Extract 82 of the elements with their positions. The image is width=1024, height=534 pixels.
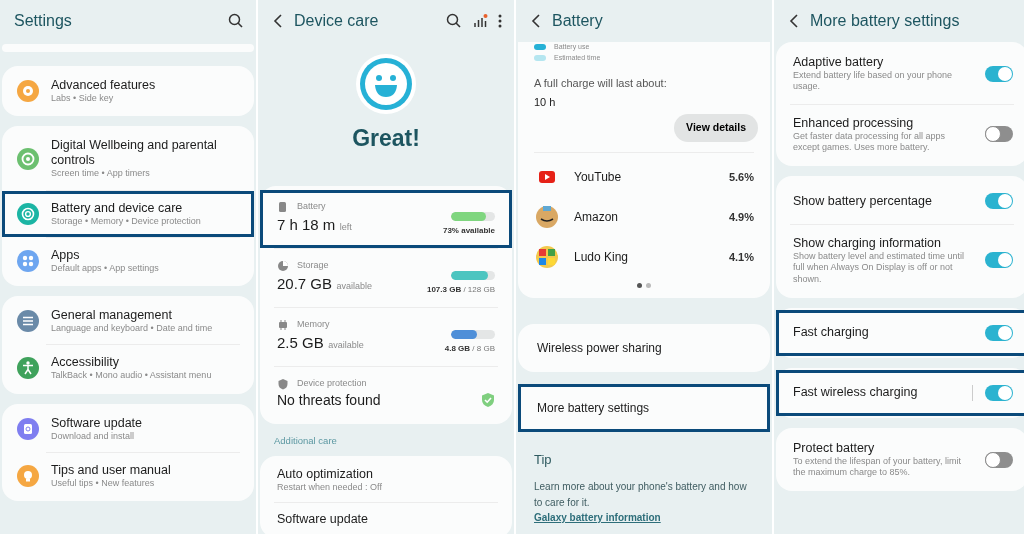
meter-reading: 4.8 GB / 8 GB [444,342,495,355]
smiley-face-icon [355,53,417,115]
toggle-switch[interactable] [985,384,1013,401]
toggle-setting-row[interactable]: Adaptive battery Extend battery life based on your phone usage. [776,44,1024,104]
app-usage-row[interactable]: YouTube 5.6% [518,156,770,197]
protection-status: No threats found [277,390,381,410]
view-details-button[interactable]: View details [674,114,758,142]
meter-row[interactable]: Storage 20.7 GB available 107.3 GB / 128 GB [260,248,512,307]
toggle-setting-row[interactable]: Show battery percentage [776,178,1024,224]
screen-title: Battery [552,11,604,31]
meter-unit: left [339,221,352,232]
toggle-setting-row[interactable]: Protect battery To extend the lifespan of your battery, limit the maximum charge to 85%. [776,429,1024,490]
app-usage-row[interactable]: Amazon 4.9% [518,196,770,237]
shield-icon [277,377,289,390]
screen-title: Device care [294,11,380,31]
search-icon[interactable] [446,13,462,29]
status-title: Great! [351,124,421,153]
settings-item[interactable]: Wireless power sharing [518,323,770,372]
back-icon[interactable] [272,13,284,29]
toggle-switch[interactable] [985,65,1013,82]
app-name: Ludo King [574,248,630,266]
settings-item[interactable]: Software update Download and install [2,405,254,452]
settings-item[interactable]: Auto optimization Restart when needed : Off [260,457,512,502]
legend-swatch-icon [534,54,546,61]
tip-title: Tip [534,450,553,469]
meter-label: Memory [297,318,330,331]
meter-reading: 107.3 GB / 128 GB [426,283,495,296]
meter-label: Device protection [297,377,367,390]
meter-label: Storage [297,259,329,272]
full-charge-value: 10 h [533,94,557,110]
toggle-switch[interactable] [985,126,1013,143]
settings-item[interactable]: Tips and user manual Useful tips • New features [2,452,254,499]
signal-bars-icon[interactable] [472,13,488,29]
memory-chip-icon [277,318,289,331]
settings-item[interactable]: Apps Default apps • App settings [2,237,254,284]
more-options-icon[interactable] [498,13,502,29]
settings-item[interactable]: Software update [260,503,512,534]
app-usage: 4.9% [728,209,754,225]
tip-text: Learn more about your phone's battery and how to care for it. [534,480,748,510]
meter-unit: available [328,339,364,350]
settings-item[interactable]: General management Language and keyboard • Date and time [2,298,254,345]
meter-value: 7 h 18 m [277,215,336,233]
toggle-switch[interactable] [985,252,1013,269]
page-indicator-dot[interactable] [637,282,642,288]
settings-item[interactable]: Digital Wellbeing and parental controls Screen time • App timers [2,128,254,190]
app-usage: 5.6% [728,169,754,185]
legend-swatch-icon [534,44,546,51]
back-icon[interactable] [530,13,542,29]
settings-item[interactable]: Battery and device care Storage • Memory • Device protection [2,190,254,237]
meter-reading: 73% available [442,224,495,237]
screen-title: More battery settings [810,11,961,31]
toggle-setting-row[interactable]: Fast charging [776,309,1024,356]
settings-item[interactable]: More battery settings [518,383,770,432]
meter-label: Battery [297,200,326,213]
toggle-setting-row[interactable]: Enhanced processing Get faster data processing for all apps except games. Uses more battery. [776,104,1024,164]
toggle-switch[interactable] [985,193,1013,209]
section-heading: Additional care [273,433,338,448]
meter-row[interactable]: Memory 2.5 GB available 4.8 GB / 8 GB [260,307,512,366]
battery-info-link[interactable]: Galaxy battery information [534,510,754,526]
meter-unit: available [336,280,373,291]
app-name: Amazon [574,208,620,226]
toggle-setting-row[interactable]: Fast wireless charging [776,369,1024,416]
game-board-icon [536,245,558,268]
toggle-switch[interactable] [985,324,1013,341]
meter-value: 2.5 GB [277,333,324,351]
settings-item[interactable]: Accessibility TalkBack • Mono audio • Assistant menu [2,345,254,392]
back-icon[interactable] [788,13,800,29]
app-usage-row[interactable]: Ludo King 4.1% [518,236,770,277]
app-name: YouTube [574,168,623,186]
screen-title: Settings [14,11,73,31]
check-shield-icon [481,392,495,408]
meter-value: 20.7 GB [277,274,333,292]
settings-item[interactable]: Advanced features Labs • Side key [2,68,254,115]
pie-chart-icon [277,259,289,272]
app-usage: 4.1% [728,249,754,265]
full-charge-label: A full charge will last about: [533,76,668,91]
search-icon[interactable] [228,13,244,29]
toggle-switch[interactable] [985,451,1013,468]
page-indicator-dot[interactable] [646,282,651,288]
meter-row[interactable]: Battery 7 h 18 m left 73% available [260,189,512,248]
toggle-setting-row[interactable]: Show charging information Show battery level and estimated time until full when Always On Display is off or not shown. [776,225,1024,296]
battery-icon [277,200,289,213]
